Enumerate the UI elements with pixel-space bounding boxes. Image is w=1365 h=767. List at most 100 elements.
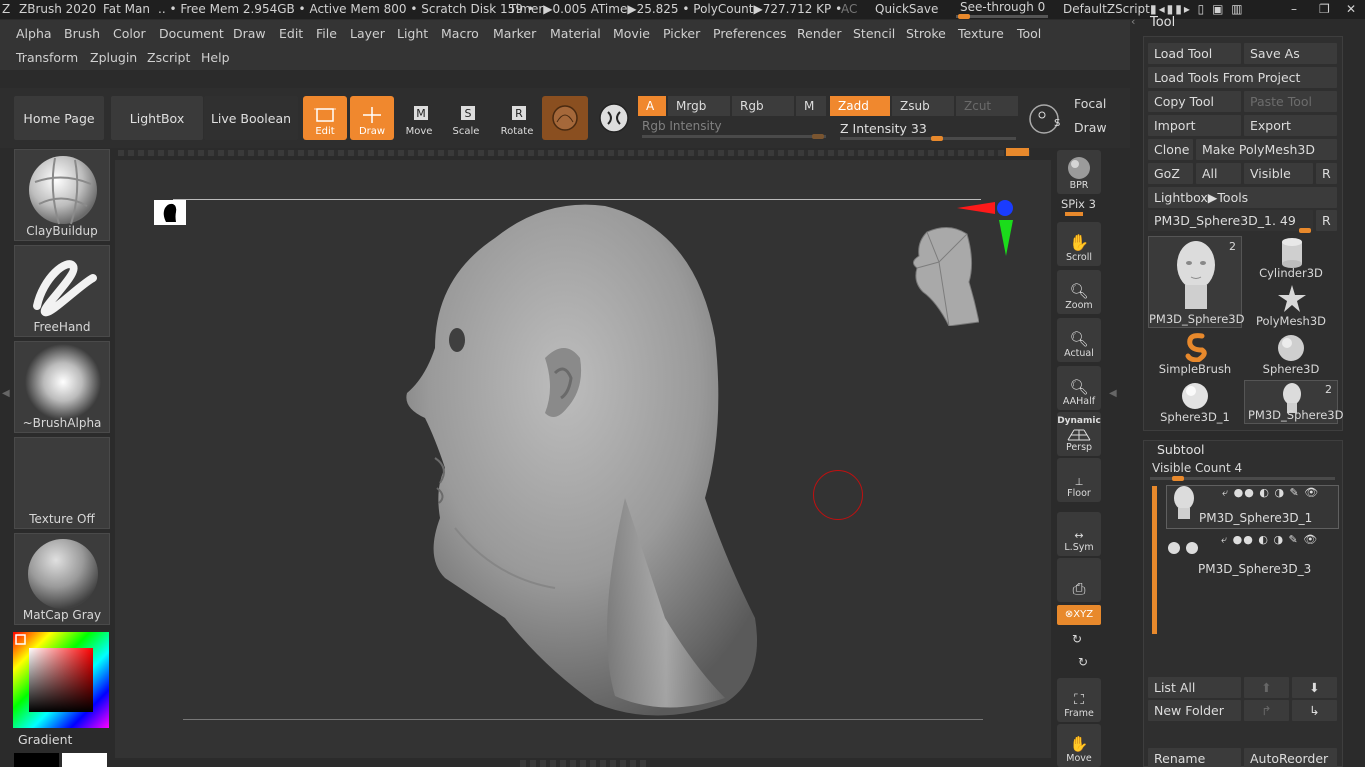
subtool-visibility-controls-icon[interactable]: ⤶ ●● ◐ ◑ ✎ 👁︎ [1222, 486, 1319, 500]
menu-stroke[interactable]: Stroke [906, 26, 946, 41]
z-intensity-label[interactable]: Z Intensity 33 [840, 121, 927, 136]
menu-file[interactable]: File [316, 26, 337, 41]
quicksave-button[interactable]: QuickSave [875, 2, 938, 16]
edit-button[interactable]: Edit [303, 96, 347, 140]
rgb-button[interactable]: Rgb [732, 96, 794, 116]
move-view-button[interactable]: ✋ Move [1057, 724, 1101, 767]
color-picker[interactable] [13, 632, 109, 728]
visible-count-knob[interactable] [1172, 476, 1184, 481]
tool-thumb-cylinder3d[interactable]: Cylinder3D [1244, 236, 1338, 280]
export-button[interactable]: Export [1244, 115, 1337, 136]
scale-button[interactable]: S Scale [444, 96, 488, 140]
sculpted-head-model[interactable] [395, 198, 775, 720]
autoreorder-button[interactable]: AutoReorder [1244, 748, 1337, 767]
home-page-button[interactable]: Home Page [14, 96, 104, 140]
actual-button[interactable]: 🔍︎ Actual [1057, 318, 1101, 362]
restore-icon[interactable]: ❐ [1319, 2, 1330, 16]
menu-alpha[interactable]: Alpha [16, 26, 52, 41]
zsub-button[interactable]: Zsub [892, 96, 954, 116]
import-button[interactable]: Import [1148, 115, 1241, 136]
script-name[interactable]: DefaultZScript [1063, 2, 1150, 16]
menu-layer[interactable]: Layer [350, 26, 385, 41]
menu-toggle-icons[interactable]: ▮◂▮▮▸ ▯ ▣ ▥ [1150, 2, 1245, 16]
xyz-rotate-button[interactable]: ⊗XYZ [1057, 605, 1101, 625]
persp-button[interactable]: Dynamic Persp [1057, 412, 1101, 456]
menu-document[interactable]: Document [159, 26, 224, 41]
focal-shift-button[interactable]: S [1026, 101, 1066, 137]
rotate-button[interactable]: R Rotate [495, 96, 539, 140]
m-button[interactable]: M [796, 96, 826, 116]
mrgb-button[interactable]: Mrgb [668, 96, 730, 116]
palette-collapse-icon[interactable]: ‹ [1131, 15, 1135, 28]
y-rotate-icon[interactable]: ↻ [1072, 632, 1082, 646]
rgb-intensity-knob[interactable] [812, 134, 824, 139]
tool-thumb-polymesh3d[interactable]: PolyMesh3D [1244, 284, 1338, 328]
tool-thumb-simplebrush[interactable]: SimpleBrush [1148, 332, 1242, 376]
subtool-visibility-controls-icon[interactable]: ⤶ ●● ◐ ◑ ✎ 👁︎ [1221, 533, 1318, 547]
tool-thumb-sphere3d[interactable]: Sphere3D [1244, 332, 1338, 376]
document-canvas[interactable] [115, 160, 1051, 758]
goz-all-button[interactable]: All [1196, 163, 1241, 184]
tool-thumb-pm3d-sphere3d[interactable]: 2 PM3D_Sphere3D [1148, 236, 1244, 328]
subtool-item[interactable]: ⤶ ●● ◐ ◑ ✎ 👁︎ PM3D_Sphere3D_3 [1166, 533, 1339, 577]
clone-button[interactable]: Clone [1148, 139, 1193, 160]
make-polymesh3d-button[interactable]: Make PolyMesh3D [1196, 139, 1337, 160]
material-swatch-button[interactable] [542, 96, 588, 140]
frame-button[interactable]: ⛶ Frame [1057, 678, 1101, 722]
menu-light[interactable]: Light [397, 26, 428, 41]
menu-marker[interactable]: Marker [493, 26, 536, 41]
new-folder-button[interactable]: New Folder [1148, 700, 1241, 721]
menu-movie[interactable]: Movie [613, 26, 650, 41]
zoom-button[interactable]: 🔍︎ Zoom [1057, 270, 1101, 314]
rgb-intensity-slider[interactable] [642, 135, 826, 138]
menu-picker[interactable]: Picker [663, 26, 700, 41]
left-tray-arrow-icon[interactable]: ◀ [2, 388, 10, 399]
spix-slider[interactable] [1065, 212, 1083, 216]
menu-texture[interactable]: Texture [958, 26, 1004, 41]
axis-gizmo[interactable] [955, 196, 1019, 260]
rename-button[interactable]: Rename [1148, 748, 1241, 767]
right-tray-arrow-icon[interactable]: ◀ [1109, 388, 1117, 399]
menu-zscript[interactable]: Zscript [147, 50, 190, 65]
lightbox-button[interactable]: LightBox [111, 96, 203, 140]
live-boolean-button[interactable]: Live Boolean [204, 96, 298, 140]
menu-material[interactable]: Material [550, 26, 601, 41]
menu-tool[interactable]: Tool [1017, 26, 1041, 41]
color-spectrum[interactable] [13, 632, 109, 728]
menu-preferences[interactable]: Preferences [713, 26, 787, 41]
menu-stencil[interactable]: Stencil [853, 26, 895, 41]
lightbox-tools-button[interactable]: Lightbox▶Tools [1148, 187, 1337, 208]
z-intensity-slider[interactable] [840, 137, 1016, 140]
menu-zplugin[interactable]: Zplugin [90, 50, 137, 65]
menu-edit[interactable]: Edit [279, 26, 303, 41]
aahalf-button[interactable]: 🔍︎ AAHalf [1057, 366, 1101, 410]
lock-camera-button[interactable]: ⎙ [1057, 558, 1101, 602]
secondary-color-swatch[interactable] [62, 753, 107, 767]
goz-button[interactable]: GoZ [1148, 163, 1193, 184]
current-tool-knob[interactable] [1299, 228, 1311, 233]
subtool-title[interactable]: Subtool [1157, 442, 1204, 457]
subtool-item[interactable]: ⤶ ●● ◐ ◑ ✎ 👁︎ PM3D_Sphere3D_1 [1166, 485, 1339, 529]
scroll-button[interactable]: ✋ Scroll [1057, 222, 1101, 266]
move-button[interactable]: M Move [397, 96, 441, 140]
canvas-scroll-marker[interactable] [1006, 148, 1029, 156]
zadd-button[interactable]: Zadd [830, 96, 890, 116]
save-as-button[interactable]: Save As [1244, 43, 1337, 64]
texture-selector[interactable]: Texture Off [14, 437, 110, 529]
close-icon[interactable]: ✕ [1346, 2, 1356, 16]
see-through-knob[interactable] [958, 14, 970, 19]
list-all-button[interactable]: List All [1148, 677, 1241, 698]
alpha-selector[interactable]: ~BrushAlpha [14, 341, 110, 433]
material-selector[interactable]: MatCap Gray [14, 533, 110, 625]
zcut-button[interactable]: Zcut [956, 96, 1018, 116]
move-up-icon[interactable]: ⬆ [1244, 677, 1289, 698]
focal-label[interactable]: Focal [1074, 96, 1106, 111]
move-into-folder-icon[interactable]: ↱ [1244, 700, 1289, 721]
move-out-folder-icon[interactable]: ↳ [1292, 700, 1337, 721]
visible-count-label[interactable]: Visible Count 4 [1152, 461, 1242, 475]
subtool-scrollbar[interactable] [1152, 486, 1157, 634]
tool-thumb-sphere3d-1[interactable]: Sphere3D_1 [1148, 380, 1242, 424]
load-tool-button[interactable]: Load Tool [1148, 43, 1241, 64]
menu-draw[interactable]: Draw [233, 26, 266, 41]
see-through-label[interactable]: See-through 0 [960, 0, 1045, 14]
